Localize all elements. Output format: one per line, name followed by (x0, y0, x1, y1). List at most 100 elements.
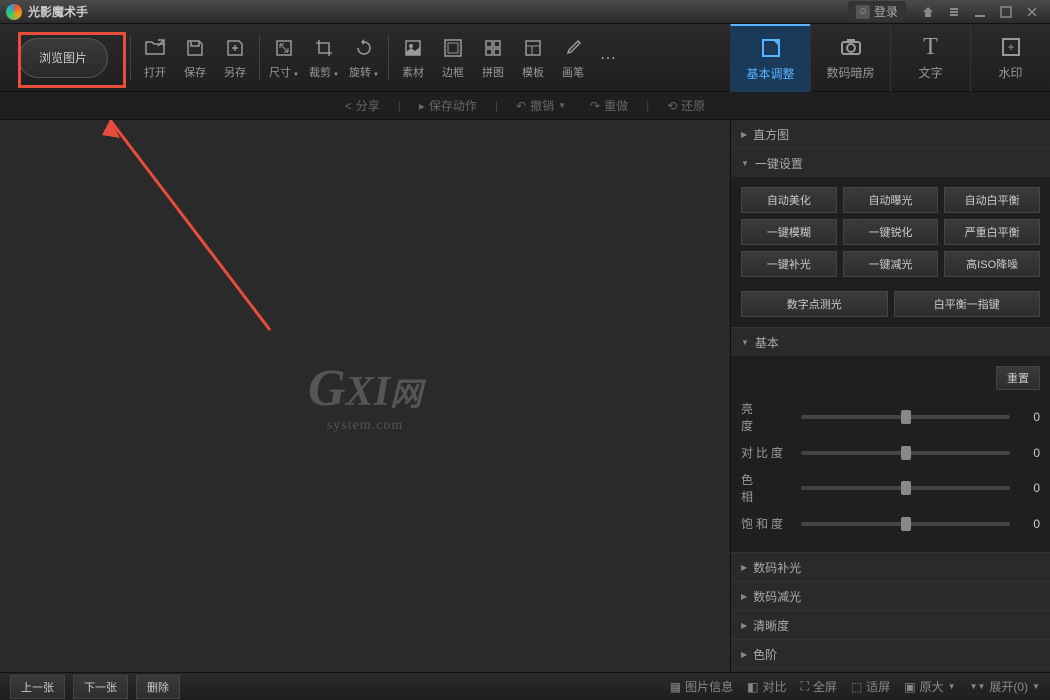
open-button[interactable]: 打开 (135, 28, 175, 88)
right-tabs: 基本调整 数码暗房 T 文字 + 水印 (730, 24, 1050, 92)
chevron-right-icon: ▶ (741, 130, 747, 139)
chevron-right-icon: ▶ (741, 563, 747, 572)
basic-adjust-icon (758, 35, 784, 61)
oneclick-dim-button[interactable]: 一键减光 (843, 251, 939, 277)
prev-button[interactable]: 上一张 (10, 675, 65, 699)
maximize-button[interactable] (994, 3, 1018, 21)
spot-meter-button[interactable]: 数字点测光 (741, 291, 888, 317)
chevron-right-icon: ▶ (741, 592, 747, 601)
redo-button[interactable]: ↷重做 (584, 95, 634, 116)
save-button[interactable]: 保存 (175, 28, 215, 88)
expand-button[interactable]: ▼▼展开(0)▼ (970, 678, 1040, 695)
oneclick-header[interactable]: ▼ 一键设置 (731, 149, 1050, 177)
contrast-slider[interactable] (801, 451, 1010, 455)
browse-images-button[interactable]: 浏览图片 (18, 38, 108, 78)
save-as-icon (223, 36, 247, 60)
fitscreen-icon: ⬚ (851, 680, 862, 694)
size-button[interactable]: 尺寸▼ (264, 28, 304, 88)
collage-icon (481, 36, 505, 60)
restore-button[interactable]: ⟲还原 (661, 95, 711, 116)
main-toolbar: 浏览图片 打开 保存 另存 尺寸▼ 裁剪▼ 旋转▼ 素材 边框 拼图 (0, 24, 1050, 92)
template-button[interactable]: 模板 (513, 28, 553, 88)
reset-button[interactable]: 重置 (996, 366, 1040, 390)
chevron-down-icon: ▼ (741, 338, 749, 347)
hue-slider[interactable] (801, 486, 1010, 490)
tab-basic-adjust[interactable]: 基本调整 (730, 24, 810, 92)
contrast-slider-row: 对比度 0 (741, 444, 1040, 461)
auto-exposure-button[interactable]: 自动曝光 (843, 187, 939, 213)
tab-text[interactable]: T 文字 (890, 24, 970, 92)
material-button[interactable]: 素材 (393, 28, 433, 88)
wb-onekey-button[interactable]: 白平衡一指键 (894, 291, 1041, 317)
image-info-button[interactable]: ▦图片信息 (670, 678, 733, 695)
save-action-button[interactable]: ▸保存动作 (413, 95, 483, 116)
high-iso-button[interactable]: 高ISO降噪 (944, 251, 1040, 277)
crop-button[interactable]: 裁剪▼ (304, 28, 344, 88)
restore-icon: ⟲ (667, 99, 677, 113)
clarity-header[interactable]: ▶清晰度 (731, 611, 1050, 639)
app-title: 光影魔术手 (28, 3, 88, 20)
minimize-button[interactable] (968, 3, 992, 21)
rotate-icon (352, 36, 376, 60)
tab-darkroom[interactable]: 数码暗房 (810, 24, 890, 92)
border-button[interactable]: 边框 (433, 28, 473, 88)
basic-header[interactable]: ▼ 基本 (731, 328, 1050, 356)
template-icon (521, 36, 545, 60)
tab-watermark[interactable]: + 水印 (970, 24, 1050, 92)
levels-header[interactable]: ▶色阶 (731, 640, 1050, 668)
share-button[interactable]: <分享 (339, 95, 386, 116)
collage-button[interactable]: 拼图 (473, 28, 513, 88)
info-icon: ▦ (670, 680, 681, 694)
login-button[interactable]: ☺ 登录 (848, 1, 906, 22)
rotate-button[interactable]: 旋转▼ (344, 28, 384, 88)
undo-button[interactable]: ↶撤销▼ (510, 95, 572, 116)
material-icon (401, 36, 425, 60)
delete-button[interactable]: 删除 (136, 675, 180, 699)
more-icon: ⋯ (596, 46, 620, 70)
app-icon (6, 4, 22, 20)
close-button[interactable] (1020, 3, 1044, 21)
chevron-right-icon: ▶ (741, 621, 747, 630)
save-as-button[interactable]: 另存 (215, 28, 255, 88)
digital-dim-header[interactable]: ▶数码减光 (731, 582, 1050, 610)
auto-wb-button[interactable]: 自动白平衡 (944, 187, 1040, 213)
oneclick-blur-button[interactable]: 一键模糊 (741, 219, 837, 245)
severe-wb-button[interactable]: 严重白平衡 (944, 219, 1040, 245)
oneclick-sharpen-button[interactable]: 一键锐化 (843, 219, 939, 245)
digital-fill-header[interactable]: ▶数码补光 (731, 553, 1050, 581)
curves-header[interactable]: ▶曲线 (731, 669, 1050, 672)
titlebar: 光影魔术手 ☺ 登录 (0, 0, 1050, 24)
fullscreen-button[interactable]: ⛶全屏 (801, 678, 837, 695)
original-icon: ▣ (904, 680, 915, 694)
compare-button[interactable]: ◧对比 (747, 678, 786, 695)
home-button[interactable] (916, 3, 940, 21)
original-button[interactable]: ▣原大▼ (904, 678, 955, 695)
border-icon (441, 36, 465, 60)
settings-button[interactable] (942, 3, 966, 21)
save-icon (183, 36, 207, 60)
saturation-slider[interactable] (801, 522, 1010, 526)
next-button[interactable]: 下一张 (73, 675, 128, 699)
more-button[interactable]: ⋯ (593, 28, 623, 88)
brightness-slider[interactable] (801, 415, 1010, 419)
brightness-slider-row: 亮度 0 (741, 400, 1040, 434)
chevron-right-icon: ▶ (741, 650, 747, 659)
chevron-down-icon: ▼ (741, 159, 749, 168)
hue-slider-row: 色相 0 (741, 471, 1040, 505)
status-bar: 上一张 下一张 删除 ▦图片信息 ◧对比 ⛶全屏 ⬚适屏 ▣原大▼ ▼▼展开(0… (0, 672, 1050, 700)
size-icon (272, 36, 296, 60)
brush-button[interactable]: 画笔 (553, 28, 593, 88)
crop-icon (312, 36, 336, 60)
histogram-header[interactable]: ▶ 直方图 (731, 120, 1050, 148)
compare-icon: ◧ (747, 680, 758, 694)
darkroom-icon (838, 34, 864, 60)
share-icon: < (345, 99, 352, 113)
right-panel: ▶ 直方图 ▼ 一键设置 自动美化 自动曝光 自动白平衡 一键模糊 一键锐化 严… (730, 120, 1050, 672)
fitscreen-button[interactable]: ⬚适屏 (851, 678, 890, 695)
arrow-annotation (100, 120, 300, 340)
canvas[interactable]: GXI网 system.com (0, 120, 730, 672)
redo-icon: ↷ (590, 99, 600, 113)
oneclick-fill-button[interactable]: 一键补光 (741, 251, 837, 277)
brush-icon (561, 36, 585, 60)
auto-beautify-button[interactable]: 自动美化 (741, 187, 837, 213)
